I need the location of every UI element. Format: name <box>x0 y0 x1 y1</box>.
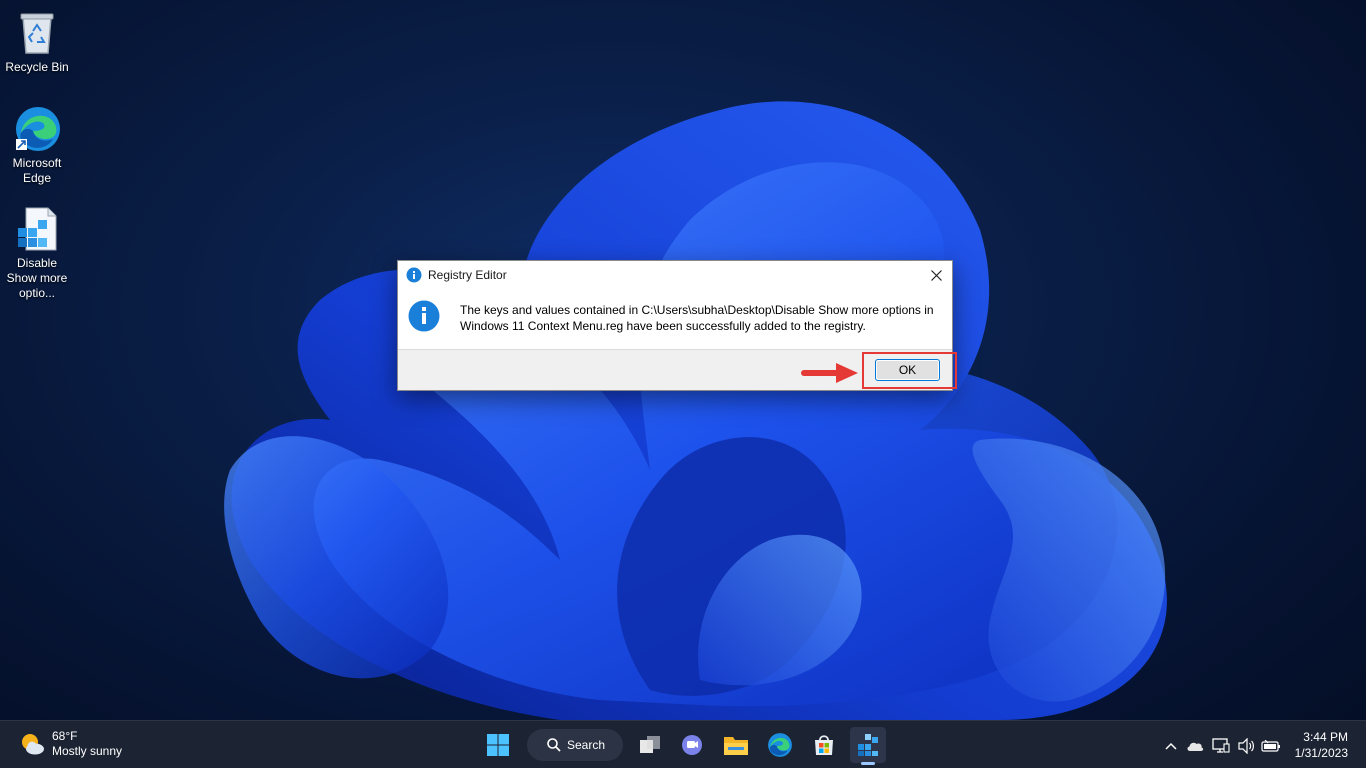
network-button[interactable] <box>1210 735 1232 757</box>
edge-label: Microsoft Edge <box>12 156 62 185</box>
weather-widget[interactable]: 68°F Mostly sunny <box>18 729 122 759</box>
dialog-body: The keys and values contained in C:\User… <box>398 289 952 351</box>
edge-icon <box>12 104 62 154</box>
desktop-icon-reg-file[interactable]: Disable Show more optio... <box>2 204 72 301</box>
active-indicator <box>861 762 875 765</box>
clock-time: 3:44 PM <box>1303 730 1348 744</box>
dialog-title: Registry Editor <box>428 268 507 282</box>
clock[interactable]: 3:44 PM 1/31/2023 <box>1295 729 1348 761</box>
volume-button[interactable] <box>1236 735 1258 757</box>
weather-temp: 68°F <box>52 729 78 743</box>
onedrive-button[interactable] <box>1184 735 1206 757</box>
desktop-icon-edge[interactable]: Microsoft Edge <box>2 104 72 186</box>
reg-file-label: Disable Show more optio... <box>6 256 68 300</box>
network-icon <box>1212 738 1230 753</box>
info-icon <box>406 267 422 283</box>
registry-editor-dialog: Registry Editor The keys and values cont… <box>397 260 953 391</box>
dialog-titlebar[interactable]: Registry Editor <box>398 261 952 289</box>
registry-editor-icon <box>858 734 878 756</box>
start-icon <box>487 734 509 756</box>
reg-file-icon <box>12 204 62 254</box>
close-icon <box>930 269 942 281</box>
chat-button[interactable] <box>674 727 710 763</box>
search-label: Search <box>567 738 606 752</box>
close-button[interactable] <box>920 261 952 289</box>
recycle-bin-label: Recycle Bin <box>5 60 69 74</box>
dialog-footer: OK <box>398 349 952 390</box>
battery-button[interactable] <box>1260 735 1282 757</box>
edge-taskbar-button[interactable] <box>762 727 798 763</box>
info-icon-large <box>408 300 440 332</box>
start-button[interactable] <box>480 727 516 763</box>
ok-button[interactable]: OK <box>875 359 940 381</box>
sun-cloud-icon <box>22 734 44 755</box>
show-hidden-icons-button[interactable] <box>1160 735 1182 757</box>
chat-icon <box>682 735 702 755</box>
file-explorer-icon <box>724 737 748 755</box>
edge-icon <box>768 733 792 757</box>
chevron-up-icon <box>1165 742 1177 750</box>
task-view-icon <box>640 736 660 753</box>
battery-icon <box>1261 740 1280 752</box>
arrow-icon <box>801 363 858 383</box>
taskbar: 68°F Mostly sunny Search 3:44 PM 1/31/20… <box>0 720 1366 768</box>
volume-icon <box>1238 738 1254 754</box>
weather-condition: Mostly sunny <box>52 744 123 758</box>
search-button[interactable]: Search <box>527 729 623 761</box>
search-icon <box>547 738 561 752</box>
task-view-button[interactable] <box>632 727 668 763</box>
desktop-icon-recycle-bin[interactable]: Recycle Bin <box>2 8 72 75</box>
file-explorer-button[interactable] <box>718 727 754 763</box>
clock-date: 1/31/2023 <box>1294 746 1348 760</box>
recycle-bin-icon <box>12 8 62 58</box>
registry-editor-taskbar-button[interactable] <box>850 727 886 765</box>
store-button[interactable] <box>806 727 842 763</box>
dialog-message: The keys and values contained in C:\User… <box>460 303 934 333</box>
store-icon <box>815 735 833 755</box>
onedrive-icon <box>1187 742 1204 751</box>
